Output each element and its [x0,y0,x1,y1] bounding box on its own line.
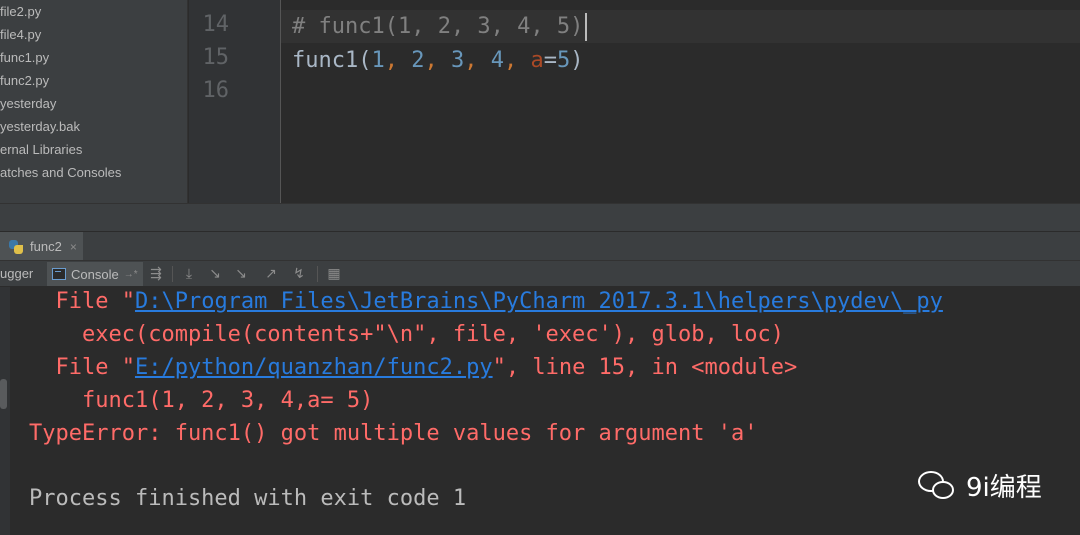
traceback-file-link[interactable]: D:\Program Files\JetBrains\PyCharm 2017.… [135,289,943,314]
watermark-text: 9i编程 [966,473,1042,503]
show-execution-point-icon[interactable]: ⇶ [147,265,165,283]
code-number: 3 [450,48,465,73]
wechat-icon [918,469,958,503]
toolbar-separator [172,266,173,282]
tree-item-label: file4.py [0,27,42,42]
line-number: 15 [202,45,230,70]
code-comment: # func1(1, 2, 3, 4, 5) [292,14,584,39]
tree-item-yesterday-bak[interactable]: yesterday.bak [0,115,80,138]
step-into-icon[interactable]: ↘ [206,265,224,283]
code-comma: , [424,48,451,73]
project-tree-panel: file2.py file4.py func1.py func2.py yest… [0,0,188,231]
python-icon [8,239,24,255]
code-number: 1 [371,48,385,73]
run-tab-bar: func2 × [0,231,1080,261]
close-icon[interactable]: × [70,240,77,254]
panel-splitter[interactable] [0,203,1080,231]
line-number: 16 [202,78,230,103]
code-number: 4 [490,48,504,73]
tree-item-label: func2.py [0,73,50,88]
tree-item-yesterday[interactable]: yesterday [0,92,56,115]
traceback-line: File "D:\Program Files\JetBrains\PyCharm… [29,287,943,318]
code-number: 5 [556,48,571,73]
traceback-file-link[interactable]: E:/python/quanzhan/func2.py [135,355,493,380]
toolbar-separator [317,266,318,282]
tree-item-label: func1.py [0,50,50,65]
run-to-cursor-icon[interactable]: ↯ [290,265,308,283]
run-tab-func2[interactable]: func2 × [0,232,83,261]
code-comma: , [503,48,531,73]
tree-item-scratches-consoles[interactable]: atches and Consoles [0,161,121,184]
step-over-icon[interactable]: ⤓ [180,265,198,283]
code-equals: = [543,48,557,73]
console-gutter [0,287,10,535]
pin-arrow-icon[interactable]: →* [124,269,138,280]
code-keyword-arg: a [530,48,544,73]
code-line-15[interactable]: func1(1, 2, 3, 4, a=5) [292,44,583,77]
tree-item-external-libraries[interactable]: ernal Libraries [0,138,82,161]
tree-item-label: yesterday.bak [0,119,80,134]
tab-console[interactable]: Console →* [47,262,143,286]
console-tab-label: Console [71,266,119,282]
step-into-my-code-icon[interactable]: ↘ [232,265,250,283]
debug-toolbar: ugger Console →* ⇶ ⤓ ↘ ↘ ↗ ↯ ▦ [0,260,1080,287]
code-func-call: func1( [292,48,372,73]
run-tab-label: func2 [30,239,62,254]
line-number: 14 [202,12,230,37]
traceback-line: File "E:/python/quanzhan/func2.py", line… [29,351,797,384]
console-icon [52,268,66,280]
code-line-14[interactable]: # func1(1, 2, 3, 4, 5) [292,10,588,43]
tree-item-label: ernal Libraries [0,142,83,157]
tree-item-file4[interactable]: file4.py [0,23,41,46]
scrollbar-thumb[interactable] [0,379,7,409]
tab-debugger[interactable]: ugger [0,261,33,287]
traceback-prefix: File " [29,289,135,314]
tree-item-func1[interactable]: func1.py [0,46,49,69]
error-message: TypeError: func1() got multiple values f… [29,421,758,446]
traceback-code-line: exec(compile(contents+"\n", file, 'exec'… [29,322,784,347]
watermark: 9i编程 [918,467,1042,504]
code-comma: , [384,48,412,73]
text-caret [585,13,588,41]
tree-item-label: yesterday [0,96,57,111]
tree-item-func2[interactable]: func2.py [0,69,49,92]
process-exit-message: Process finished with exit code 1 [29,486,467,511]
code-number: 2 [411,48,425,73]
code-close-paren: ) [570,48,584,73]
evaluate-expression-icon[interactable]: ▦ [325,265,343,283]
line-number: 13 [189,0,230,3]
code-comma: , [464,48,491,73]
traceback-suffix: ", line 15, in <module> [492,355,798,380]
tree-item-file2[interactable]: file2.py [0,0,41,23]
traceback-code-line: func1(1, 2, 3, 4,a= 5) [29,388,374,413]
step-out-icon[interactable]: ↗ [262,265,280,283]
tree-item-label: file2.py [0,4,42,19]
code-editor[interactable]: 13 14 15 16 # func1(1, 2, 3, 4, 5) func1… [189,0,1080,203]
tree-item-label: atches and Consoles [0,165,122,180]
traceback-prefix: File " [29,355,135,380]
line-number-gutter: 13 14 15 16 [189,0,281,203]
